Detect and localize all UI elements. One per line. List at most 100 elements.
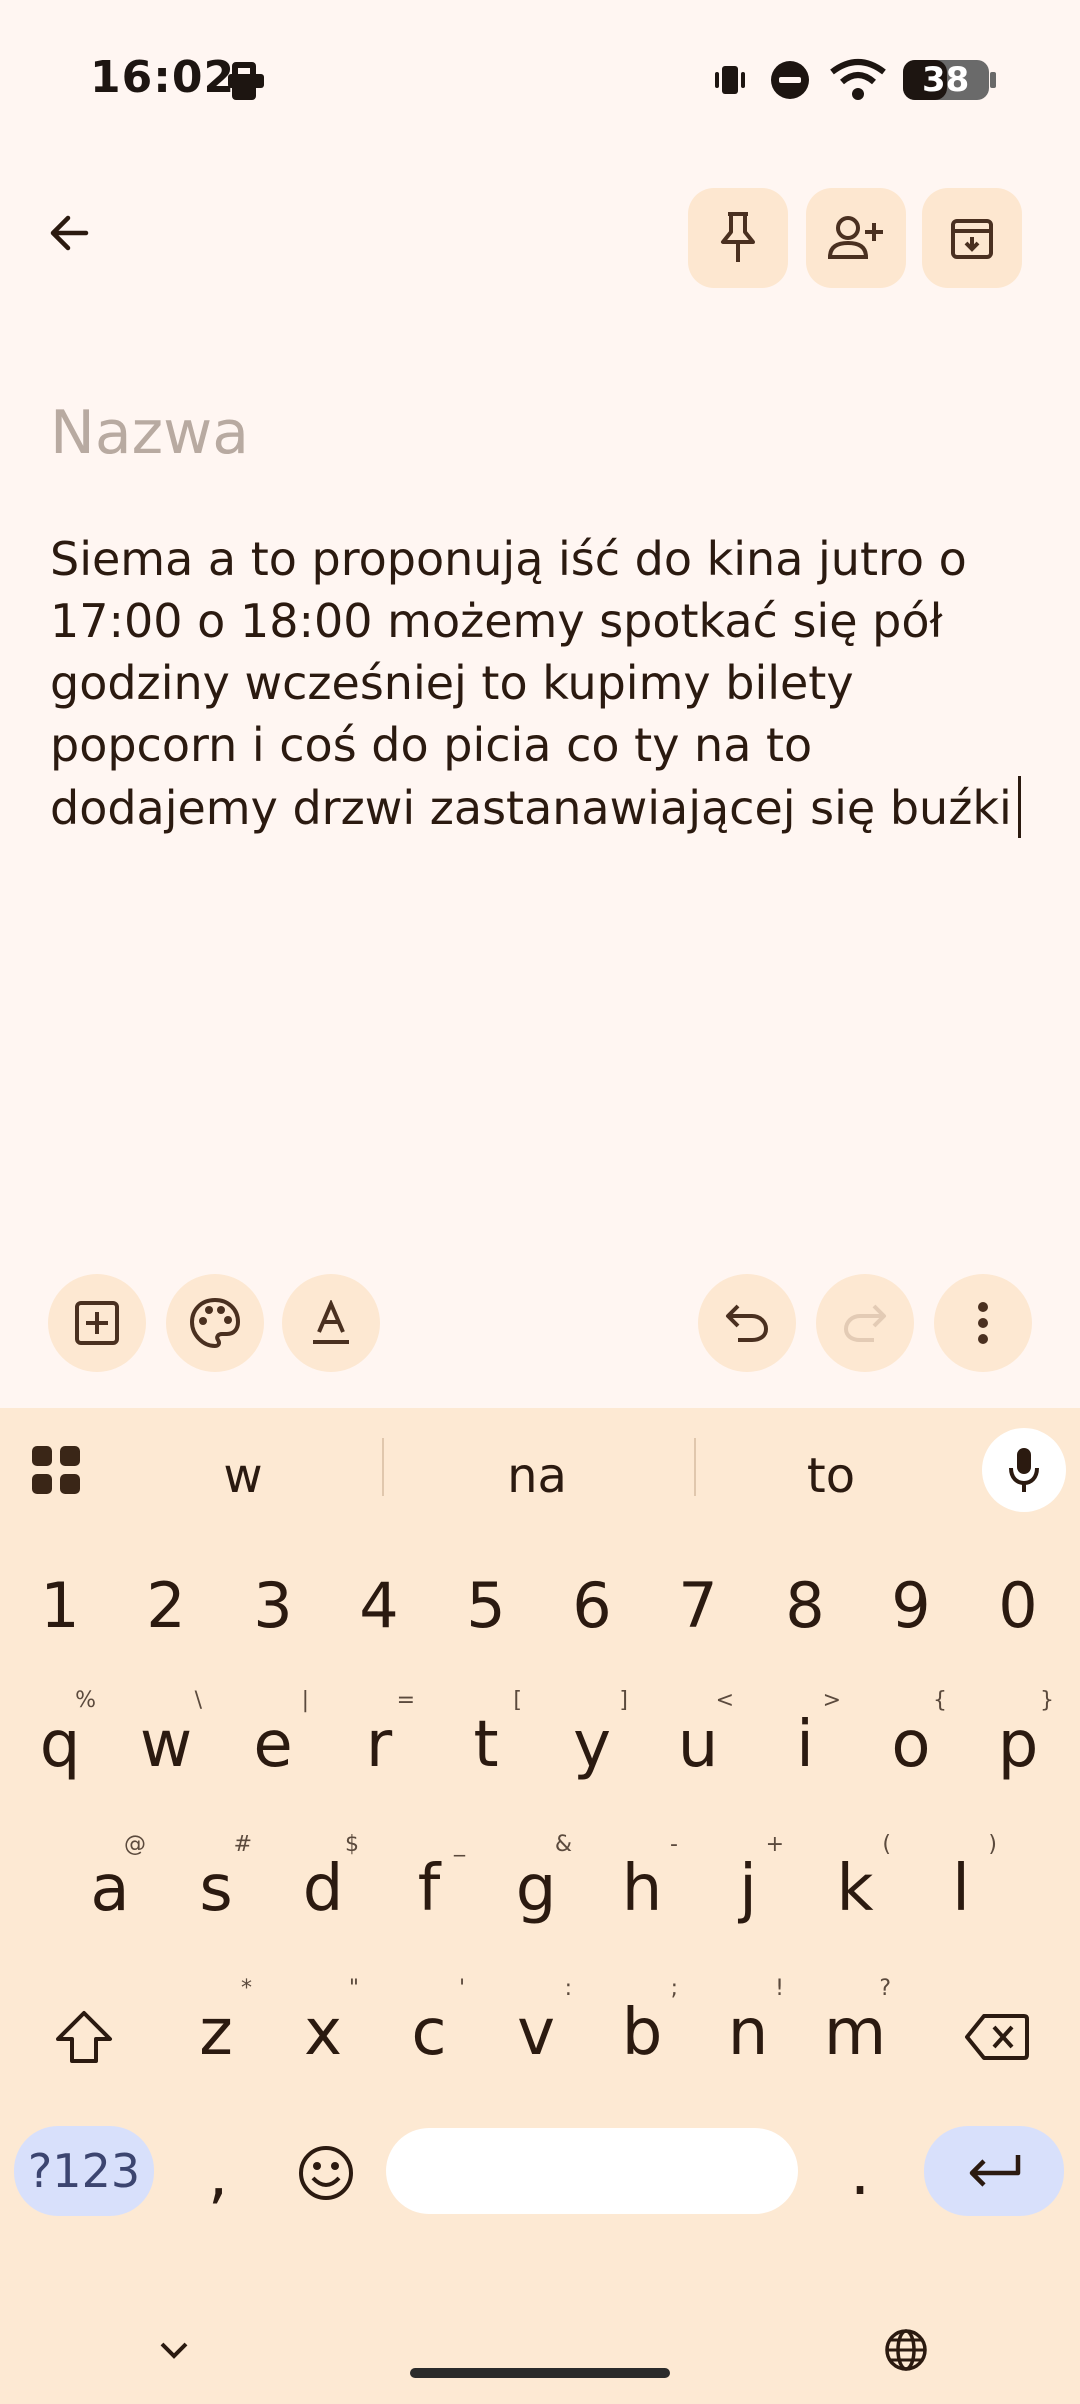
key-label: p — [997, 1708, 1039, 1782]
key-hint: = — [396, 1688, 415, 1713]
apps-grid-icon — [32, 1446, 80, 1494]
key-l[interactable]: l) — [911, 1832, 1011, 1944]
text-cursor — [1017, 776, 1021, 838]
more-options-button[interactable] — [934, 1274, 1032, 1372]
key-m[interactable]: m? — [805, 1976, 905, 2088]
language-switch-button[interactable] — [884, 2328, 928, 2376]
key-hint: \ — [194, 1688, 202, 1713]
key-9[interactable]: 9 — [861, 1550, 961, 1660]
key-n[interactable]: n! — [698, 1976, 798, 2088]
shift-icon — [56, 2011, 112, 2063]
key-hint: ( — [882, 1832, 891, 1857]
key-k[interactable]: k( — [805, 1832, 905, 1944]
key-hint: ? — [879, 1976, 891, 2001]
keyboard-apps-button[interactable] — [30, 1444, 82, 1496]
key-s[interactable]: s # — [166, 1832, 266, 1944]
key-i[interactable]: i > — [755, 1688, 855, 1800]
key-hint: ] — [619, 1688, 628, 1713]
text-format-button[interactable] — [282, 1274, 380, 1372]
status-bar: 16:02 38 — [0, 0, 1080, 160]
suggestion-divider — [694, 1438, 696, 1496]
key-d[interactable]: d $ — [273, 1832, 373, 1944]
key-label: , — [207, 2138, 229, 2212]
key-7[interactable]: 7 — [648, 1550, 748, 1660]
key-2[interactable]: 2 — [116, 1550, 216, 1660]
suggestion-1[interactable]: w — [143, 1448, 343, 1504]
key-hint: % — [75, 1688, 96, 1713]
shift-key[interactable] — [34, 1982, 134, 2092]
key-1[interactable]: 1 — [10, 1550, 110, 1660]
key-t[interactable]: t[ — [436, 1688, 536, 1800]
emoji-key[interactable] — [276, 2118, 376, 2228]
key-6[interactable]: 6 — [542, 1550, 642, 1660]
add-content-button[interactable] — [48, 1274, 146, 1372]
symbols-key[interactable]: ?123 — [14, 2126, 154, 2216]
key-8[interactable]: 8 — [755, 1550, 855, 1660]
add-collaborator-button[interactable] — [806, 188, 906, 288]
key-z[interactable]: z * — [166, 1976, 266, 2088]
suggestion-3[interactable]: to — [731, 1448, 931, 1504]
key-b[interactable]: b; — [592, 1976, 692, 2088]
key-h[interactable]: h- — [592, 1832, 692, 1944]
key-j[interactable]: j + — [698, 1832, 798, 1944]
note-title-input[interactable]: Nazwa — [50, 398, 249, 468]
key-y[interactable]: y] — [542, 1688, 642, 1800]
background-color-button[interactable] — [166, 1274, 264, 1372]
key-hint: [ — [513, 1688, 522, 1713]
key-label: n — [727, 1996, 769, 2070]
key-label: . — [849, 2136, 871, 2210]
archive-button[interactable] — [922, 188, 1022, 288]
archive-icon — [951, 219, 993, 259]
key-0[interactable]: 0 — [968, 1550, 1068, 1660]
note-body-input[interactable]: Siema a to proponują iść do kina jutro o… — [50, 528, 1040, 839]
space-key[interactable] — [386, 2128, 798, 2214]
key-hint: * — [241, 1976, 252, 2001]
suggestion-2[interactable]: na — [437, 1448, 637, 1504]
backspace-key[interactable] — [942, 1982, 1052, 2092]
key-label: e — [253, 1708, 293, 1782]
key-hint: > — [822, 1688, 841, 1713]
key-f[interactable]: f _ — [379, 1832, 479, 1944]
key-w[interactable]: w \ — [116, 1688, 216, 1800]
key-hint: ' — [458, 1976, 465, 2001]
key-x[interactable]: x " — [273, 1976, 373, 2088]
key-o[interactable]: o{ — [861, 1688, 961, 1800]
key-c[interactable]: c ' — [379, 1976, 479, 2088]
key-4[interactable]: 4 — [329, 1550, 429, 1660]
enter-key[interactable] — [924, 2126, 1064, 2216]
key-q[interactable]: q% — [10, 1688, 110, 1800]
period-key[interactable]: . — [810, 2118, 910, 2228]
key-p[interactable]: p} — [968, 1688, 1068, 1800]
key-hint: : — [564, 1976, 572, 2001]
key-r[interactable]: r = — [329, 1688, 429, 1800]
key-label: t — [473, 1708, 499, 1782]
gesture-nav-handle[interactable] — [410, 2368, 670, 2378]
pin-button[interactable] — [688, 188, 788, 288]
chevron-down-icon — [160, 2342, 188, 2359]
key-e[interactable]: e | — [223, 1688, 323, 1800]
key-5[interactable]: 5 — [436, 1550, 536, 1660]
dnd-icon — [770, 60, 810, 104]
wifi-icon — [830, 58, 886, 106]
back-button[interactable] — [36, 200, 102, 266]
key-v[interactable]: v: — [486, 1976, 586, 2088]
key-label: x — [304, 1996, 342, 2070]
key-label: z — [199, 1996, 233, 2070]
globe-icon — [885, 2329, 927, 2371]
key-hint: - — [670, 1832, 678, 1857]
microphone-icon — [1009, 1448, 1039, 1492]
key-label: s — [199, 1852, 233, 1926]
key-hint: " — [348, 1976, 359, 2001]
key-g[interactable]: g & — [486, 1832, 586, 1944]
voice-input-button[interactable] — [982, 1428, 1066, 1512]
comma-key[interactable]: , — [168, 2120, 268, 2230]
key-u[interactable]: u < — [648, 1688, 748, 1800]
undo-button[interactable] — [698, 1274, 796, 1372]
key-3[interactable]: 3 — [223, 1550, 323, 1660]
pin-icon — [721, 212, 755, 262]
key-a[interactable]: a @ — [60, 1832, 160, 1944]
key-label: f — [417, 1852, 441, 1926]
hide-keyboard-button[interactable] — [158, 2340, 190, 2366]
redo-button[interactable] — [816, 1274, 914, 1372]
symbols-key-label: ?123 — [27, 2144, 141, 2198]
